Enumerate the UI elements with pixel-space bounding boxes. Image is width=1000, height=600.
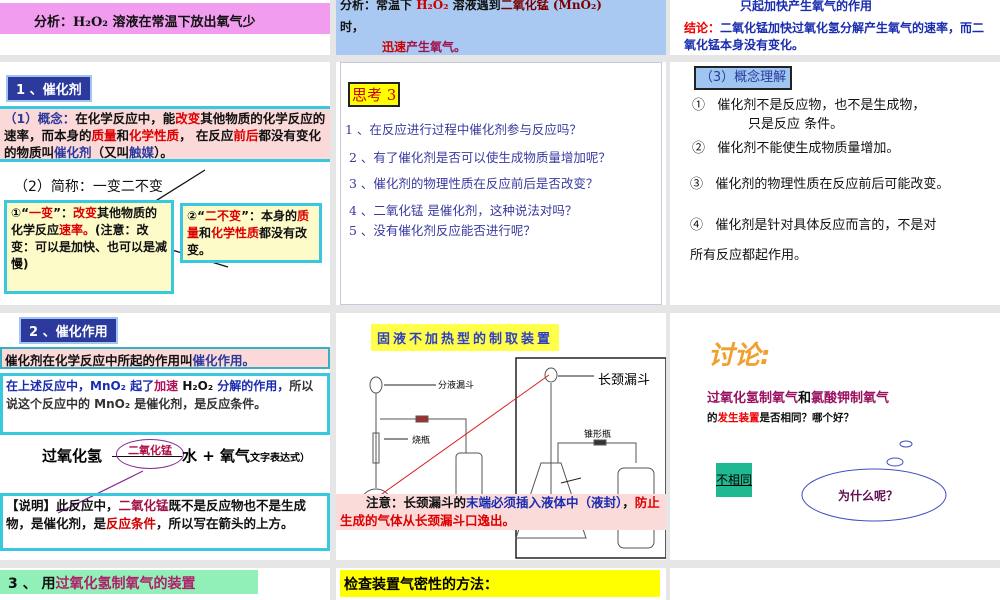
text-segment: 溶液遇到 bbox=[448, 0, 501, 12]
item-text: 所有反应都起作用。 bbox=[690, 248, 808, 263]
one-change-box: ①“一变”：改变其他物质的化学反应速率。(注意：改变：可以是加快、也可以是减慢) bbox=[4, 200, 174, 294]
slide-catalyst[interactable]: 1 、催化剂 （1）概念：在化学反应中，能改变其他物质的化学反应的速率，而本身的… bbox=[0, 62, 330, 305]
text-segment: 【说明】此反应中， bbox=[6, 498, 119, 513]
slide-device[interactable]: 3 、 用过氧化氢制氧气的装置 bbox=[0, 568, 330, 600]
slide-conclusion[interactable]: 只起加快产生氧气的作用 结论：二氧化锰加快过氧化氢分解产生氧气的速率，而二氧化锰… bbox=[670, 0, 1000, 55]
item-text: 催化剂不能使生成物质量增加。 bbox=[717, 141, 900, 156]
text-segment: 过氧化氢制氧气的装置 bbox=[55, 576, 196, 592]
understanding-item: ① 催化剂不是反应物，也不是生成物， 只是反应 条件。 bbox=[692, 94, 925, 132]
item-number: ③ bbox=[690, 177, 704, 192]
text-segment: 二不变 bbox=[205, 209, 242, 223]
text-segment: ①“ bbox=[11, 206, 30, 220]
airtightness-title: 检查装置气密性的方法： bbox=[340, 570, 660, 597]
slide-discussion[interactable]: 讨论: 过氧化氢制氧气和氯酸钾制氧气 的发生装置是否相同？哪个好？ 不相同 为什… bbox=[670, 313, 1000, 560]
label-separatory-funnel: 分液漏斗 bbox=[438, 381, 475, 391]
text-segment: 二氧化锰 (MnO₂) bbox=[500, 0, 602, 12]
text-segment: 分析：常温下 bbox=[340, 0, 417, 12]
slide-analysis-2[interactable]: 分析：常温下 H₂O₂ 溶液遇到二氧化锰 (MnO₂) 时， 迅速产生氧气。 bbox=[336, 0, 666, 55]
item-text: 催化剂是针对具体反应而言的，不是对 bbox=[715, 218, 937, 233]
slide-catalysis[interactable]: 2 、催化作用 催化剂在化学反应中所起的作用叫催化作用。 在上述反应中，MnO₂… bbox=[0, 313, 330, 560]
two-unchanged-box: ②“二不变”：本身的质量和化学性质都没有改变。 bbox=[180, 203, 322, 263]
understanding-title: （3）概念理解 bbox=[694, 66, 792, 90]
item-text: 催化剂的物理性质在反应前后可能改变。 bbox=[715, 177, 950, 192]
text-segment: 注意：长颈漏斗的 bbox=[366, 495, 467, 510]
think-title: 思考 3 bbox=[348, 82, 401, 107]
item-text: 只是反应 条件。 bbox=[748, 117, 844, 132]
analysis-text: 分析：H₂O₂ 溶液在常温下放出氧气少 bbox=[34, 11, 256, 30]
slide-analysis-1[interactable]: 分析：H₂O₂ 溶液在常温下放出氧气少 bbox=[0, 0, 330, 55]
slide-apparatus[interactable]: 固液不加热型的制取装置 分液漏斗 烧瓶 长颈漏斗 锥形瓶 注意：长颈漏斗的末端必… bbox=[336, 313, 666, 560]
question: 2 、有了催化剂是否可以使生成物质量增加呢？ bbox=[349, 150, 611, 165]
label-conical-flask: 锥形瓶 bbox=[584, 430, 612, 440]
text-segment: ”： bbox=[53, 206, 73, 220]
text-segment: ②“ bbox=[187, 209, 206, 223]
text-segment: 改变 bbox=[72, 206, 97, 220]
text-segment: 和 bbox=[199, 226, 212, 240]
why-text: 为什么呢？ bbox=[838, 489, 899, 503]
text-segment: 二氧化锰加快过氧化氢分解产生氧气的速率，而二氧化锰本身没有变化。 bbox=[684, 21, 985, 52]
question: 5 、没有催化剂反应能否进行呢？ bbox=[349, 223, 536, 238]
text-segment: 二氧化锰 bbox=[118, 498, 169, 513]
effect-text: 只起加快产生氧气的作用 bbox=[740, 0, 873, 13]
text-segment: ”：本身的 bbox=[241, 209, 297, 223]
slide-concept-understanding[interactable]: （3）概念理解 ① 催化剂不是反应物，也不是生成物， 只是反应 条件。 ② 催化剂… bbox=[670, 62, 1000, 305]
question: 4 、二氧化锰 是催化剂，这种说法对吗？ bbox=[349, 203, 578, 218]
understanding-item: ③ 催化剂的物理性质在反应前后可能改变。 bbox=[690, 173, 949, 192]
slide-think-3[interactable]: 思考 3 1 、在反应进行过程中催化剂参与反应吗？ 2 、有了催化剂是否可以使生… bbox=[336, 62, 666, 305]
thought-cloud-icon bbox=[801, 440, 947, 522]
question-list: 1 、在反应进行过程中催化剂参与反应吗？ 2 、有了催化剂是否可以使生成物质量增… bbox=[345, 119, 611, 239]
text-segment: 产生氧气。 bbox=[406, 40, 467, 54]
understanding-item: ④ 催化剂是针对具体反应而言的，不是对所有反应都起作用。 bbox=[690, 211, 936, 271]
item-text: 催化剂不是反应物，也不是生成物， bbox=[717, 98, 926, 113]
slide-airtightness[interactable]: 检查装置气密性的方法： bbox=[336, 568, 666, 600]
analysis-text-2: 时， bbox=[340, 20, 365, 34]
text-segment: 反应条件 bbox=[106, 516, 157, 531]
label-long-neck-funnel: 长颈漏斗 bbox=[598, 373, 651, 388]
label-flask: 烧瓶 bbox=[412, 436, 431, 446]
text-segment: H₂O₂ bbox=[416, 0, 449, 12]
text-segment: 3 、 用 bbox=[8, 576, 56, 592]
apparatus-note: 注意：长颈漏斗的末端必须插入液体中（液封），防止生成的气体从长颈漏斗口逸出。 bbox=[336, 494, 666, 530]
item-number: ① bbox=[692, 98, 706, 113]
text-segment: ，所以写在箭头的上方。 bbox=[156, 516, 294, 531]
slide-blank[interactable] bbox=[670, 568, 1000, 600]
text-segment: 结论： bbox=[684, 21, 721, 35]
question: 1 、在反应进行过程中催化剂参与反应吗？ bbox=[345, 122, 582, 137]
text-segment: 分析：H₂O₂ 溶液在常温下放出氧气少 bbox=[34, 15, 256, 30]
text-segment: 速率。 bbox=[59, 223, 96, 237]
understanding-item: ② 催化剂不能使生成物质量增加。 bbox=[692, 137, 899, 156]
text-segment: ， bbox=[622, 495, 635, 510]
analysis-text-3: 迅速产生氧气。 bbox=[382, 38, 466, 55]
device-title: 3 、 用过氧化氢制氧气的装置 bbox=[0, 570, 258, 594]
text-segment: 一变 bbox=[29, 206, 54, 220]
note-box: 【说明】此反应中，二氧化锰既不是反应物也不是生成物，是催化剂，是反应条件，所以写… bbox=[0, 493, 330, 551]
analysis-text: 分析：常温下 H₂O₂ 溶液遇到二氧化锰 (MnO₂) bbox=[340, 0, 602, 13]
text-segment: 迅速 bbox=[382, 40, 407, 54]
text-segment: 化学性质 bbox=[211, 226, 260, 240]
text-segment: 末端必须插入液体中（液封） bbox=[466, 495, 623, 510]
item-number: ② bbox=[692, 141, 706, 156]
item-number: ④ bbox=[690, 218, 704, 233]
question: 3 、催化剂的物理性质在反应前后是否改变？ bbox=[349, 176, 599, 191]
conclusion-text: 结论：二氧化锰加快过氧化氢分解产生氧气的速率，而二氧化锰本身没有变化。 bbox=[684, 20, 994, 54]
